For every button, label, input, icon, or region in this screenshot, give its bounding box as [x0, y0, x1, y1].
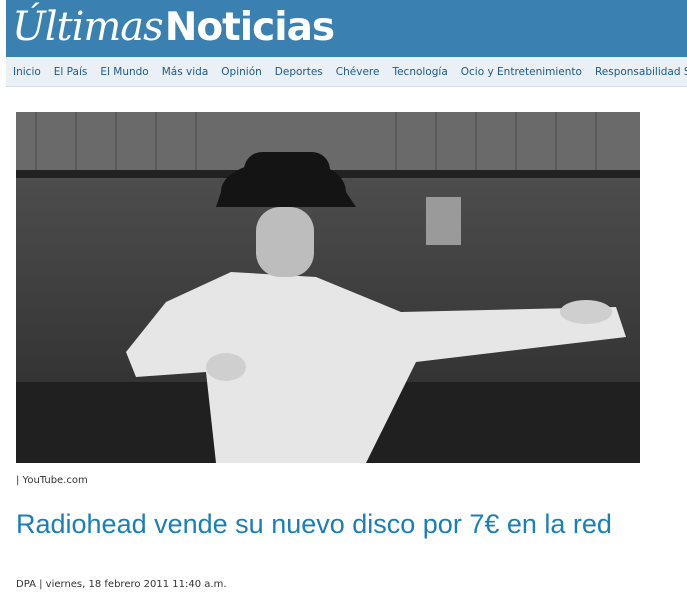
nav-responsabilidad-social[interactable]: Responsabilidad Social [595, 66, 687, 78]
photo-illustration [16, 112, 640, 463]
nav-ocio[interactable]: Ocio y Entretenimiento [461, 66, 582, 78]
nav-el-pais[interactable]: El País [54, 66, 88, 78]
photo-credit: | YouTube.com [16, 475, 88, 486]
article-byline: DPA | viernes, 18 febrero 2011 11:40 a.m… [16, 579, 227, 590]
nav-opinion[interactable]: Opinión [221, 66, 262, 78]
nav-tecnologia[interactable]: Tecnología [392, 66, 447, 78]
nav-deportes[interactable]: Deportes [275, 66, 323, 78]
logo-part2: Noticias [164, 5, 335, 50]
main-nav: Inicio El País El Mundo Más vida Opinión… [6, 57, 687, 87]
article-headline: Radiohead vende su nuevo disco por 7€ en… [16, 509, 612, 539]
logo-part1: Últimas [12, 4, 164, 50]
nav-mas-vida[interactable]: Más vida [162, 66, 209, 78]
site-logo[interactable]: ÚltimasNoticias [12, 4, 335, 50]
nav-el-mundo[interactable]: El Mundo [100, 66, 148, 78]
article-photo [16, 112, 640, 463]
nav-inicio[interactable]: Inicio [13, 66, 41, 78]
masthead: ÚltimasNoticias [6, 0, 687, 57]
nav-chevere[interactable]: Chévere [336, 66, 380, 78]
